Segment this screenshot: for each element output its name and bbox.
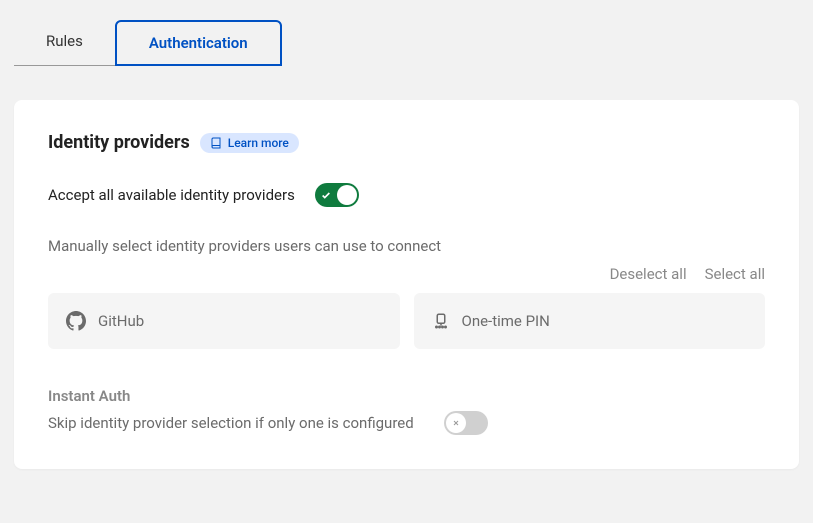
github-icon — [66, 311, 86, 331]
tab-bar: Rules Authentication — [0, 0, 813, 66]
pin-icon — [432, 312, 450, 330]
manual-select-label: Manually select identity providers users… — [48, 237, 765, 255]
accept-all-toggle[interactable] — [315, 183, 359, 207]
instant-auth-toggle[interactable] — [444, 411, 488, 435]
select-all-link[interactable]: Select all — [705, 265, 765, 283]
learn-more-label: Learn more — [228, 136, 289, 150]
toggle-knob — [337, 185, 357, 205]
book-icon — [210, 137, 222, 149]
learn-more-badge[interactable]: Learn more — [200, 133, 299, 153]
provider-label: GitHub — [98, 312, 144, 330]
instant-auth-title: Instant Auth — [48, 387, 765, 405]
provider-card-one-time-pin[interactable]: One-time PIN — [414, 293, 766, 349]
identity-providers-panel: Identity providers Learn more Accept all… — [14, 100, 799, 469]
page-title: Identity providers — [48, 132, 190, 153]
close-icon — [452, 417, 460, 430]
check-icon — [321, 186, 331, 205]
accept-all-label: Accept all available identity providers — [48, 186, 295, 204]
tab-rules[interactable]: Rules — [14, 20, 115, 66]
provider-card-github[interactable]: GitHub — [48, 293, 400, 349]
toggle-knob — [446, 413, 466, 433]
deselect-all-link[interactable]: Deselect all — [610, 265, 687, 283]
provider-label: One-time PIN — [462, 312, 550, 330]
instant-auth-label: Skip identity provider selection if only… — [48, 414, 414, 432]
tab-authentication[interactable]: Authentication — [115, 20, 282, 66]
